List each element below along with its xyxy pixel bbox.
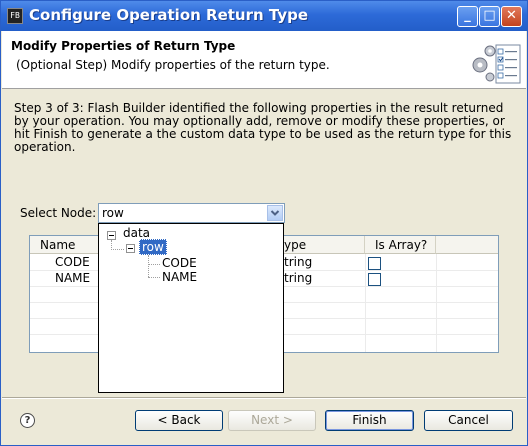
column-header-filler <box>436 236 498 254</box>
select-node-combo[interactable]: row <box>98 203 285 223</box>
is-array-checkbox[interactable] <box>368 273 381 286</box>
collapse-icon[interactable] <box>126 244 135 253</box>
footer-separator <box>2 397 526 399</box>
tree-node-row[interactable]: row <box>139 239 167 255</box>
next-button[interactable]: Next > <box>228 410 316 431</box>
title-bar[interactable]: FB Configure Operation Return Type _ □ ✕ <box>1 1 527 31</box>
tree-connector <box>111 249 124 250</box>
help-icon[interactable]: ? <box>20 413 35 428</box>
collapse-icon[interactable] <box>107 231 116 240</box>
instructions-text: Step 3 of 3: Flash Builder identified th… <box>14 101 512 154</box>
window-title: Configure Operation Return Type <box>29 6 309 24</box>
node-tree-dropdown[interactable]: data row CODE NAME <box>98 223 284 393</box>
tree-connector <box>148 264 160 265</box>
row-type-cell[interactable]: tring <box>284 271 312 286</box>
tree-connector <box>148 277 160 278</box>
dialog-window: FB Configure Operation Return Type _ □ ✕… <box>0 0 528 446</box>
back-button[interactable]: < Back <box>135 410 223 431</box>
flash-builder-icon: FB <box>7 8 23 24</box>
wizard-gears-icon <box>472 44 521 84</box>
row-name-cell[interactable]: CODE <box>55 255 90 270</box>
is-array-checkbox[interactable] <box>368 257 381 270</box>
chevron-down-icon[interactable] <box>267 205 283 221</box>
wizard-header: Modify Properties of Return Type (Option… <box>2 31 526 89</box>
page-title: Modify Properties of Return Type <box>11 39 236 53</box>
close-button[interactable]: ✕ <box>501 6 522 27</box>
page-description: (Optional Step) Modify properties of the… <box>16 58 330 72</box>
select-node-value: row <box>102 206 124 220</box>
maximize-button[interactable]: □ <box>479 6 500 27</box>
tree-node-data[interactable]: data <box>123 226 150 240</box>
column-divider <box>436 254 437 352</box>
column-divider <box>365 254 366 352</box>
row-type-cell[interactable]: tring <box>284 255 312 270</box>
type-header-visible-text: ype <box>284 238 307 252</box>
minimize-button[interactable]: _ <box>457 6 478 27</box>
row-name-cell[interactable]: NAME <box>55 271 90 286</box>
cancel-button[interactable]: Cancel <box>424 410 513 431</box>
finish-button[interactable]: Finish <box>325 410 414 431</box>
tree-node-name[interactable]: NAME <box>162 270 197 284</box>
select-node-label: Select Node: <box>20 206 97 220</box>
tree-connector <box>148 255 149 277</box>
tree-node-code[interactable]: CODE <box>162 256 197 270</box>
column-header-is-array[interactable]: Is Array? <box>365 236 436 254</box>
